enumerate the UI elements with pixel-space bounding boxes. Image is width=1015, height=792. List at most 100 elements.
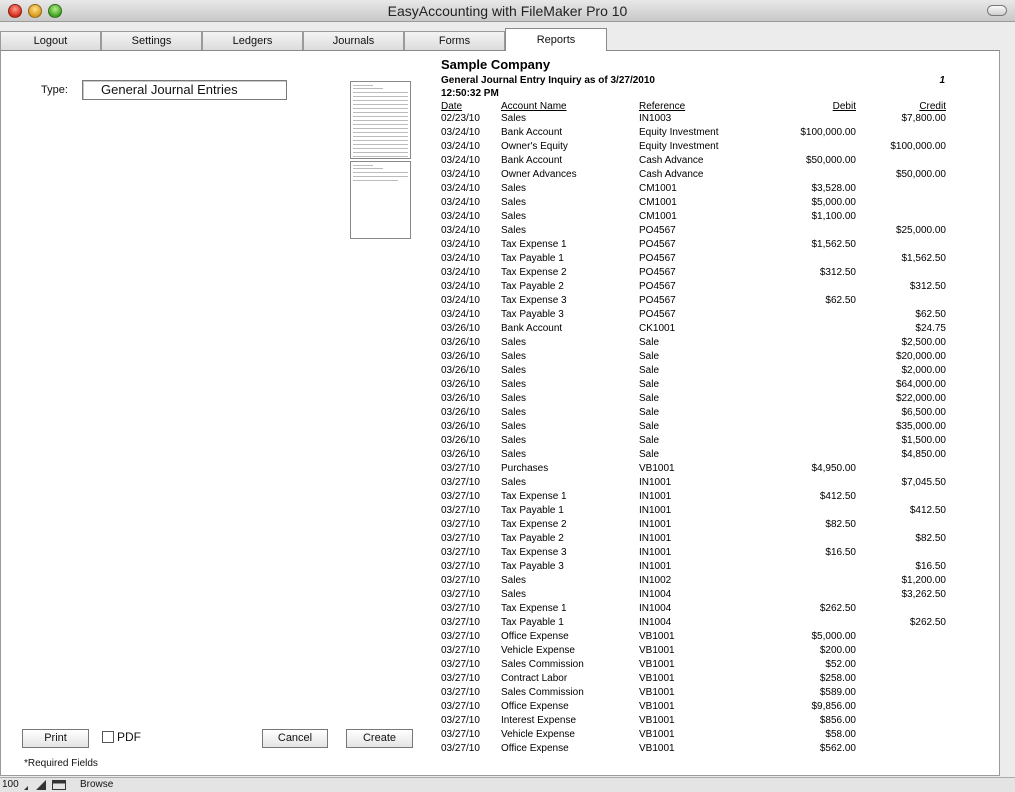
pdf-checkbox[interactable] <box>102 731 114 743</box>
row-date: 03/24/10 <box>441 141 480 152</box>
row-account: Vehicle Expense <box>501 729 575 740</box>
row-reference: IN1004 <box>639 603 672 614</box>
row-reference: IN1002 <box>639 575 672 586</box>
row-credit: $1,500.00 <box>901 435 947 446</box>
tab-reports[interactable]: Reports <box>505 28 607 51</box>
row-reference: PO4567 <box>639 281 676 292</box>
table-row: 03/27/10 Tax Payable 1 IN1001 $412.50 <box>441 505 951 519</box>
row-account: Sales <box>501 337 527 348</box>
toolbar-toggle-button[interactable] <box>987 5 1007 16</box>
row-reference: VB1001 <box>639 743 675 754</box>
row-credit: $2,500.00 <box>901 337 947 348</box>
row-credit: $7,045.50 <box>901 477 947 488</box>
print-button[interactable]: Print <box>22 729 89 748</box>
table-row: 03/26/10 Sales Sale $35,000.00 <box>441 421 951 435</box>
row-date: 03/24/10 <box>441 183 480 194</box>
create-button[interactable]: Create <box>346 729 413 748</box>
table-row: 03/27/10 Tax Expense 2 IN1001 $82.50 <box>441 519 951 533</box>
table-row: 03/27/10 Office Expense VB1001 $562.00 <box>441 743 951 757</box>
report-page-thumbnail-1[interactable] <box>350 81 411 159</box>
row-account: Bank Account <box>501 155 563 166</box>
row-date: 03/24/10 <box>441 267 480 278</box>
row-date: 03/26/10 <box>441 449 480 460</box>
row-credit: $24.75 <box>915 323 946 334</box>
row-reference: Sale <box>639 407 660 418</box>
row-date: 03/27/10 <box>441 743 480 754</box>
table-row: 03/27/10 Contract Labor VB1001 $258.00 <box>441 673 951 687</box>
tab-logout[interactable]: Logout <box>0 31 101 50</box>
table-row: 03/24/10 Owner Advances Cash Advance $50,00… <box>441 169 951 183</box>
row-account: Office Expense <box>501 701 569 712</box>
row-credit: $7,800.00 <box>901 113 947 124</box>
status-toolbar-toggle-icon[interactable] <box>52 780 66 790</box>
row-account: Sales Commission <box>501 659 584 670</box>
report-type-field[interactable]: General Journal Entries <box>82 80 287 100</box>
row-date: 03/27/10 <box>441 631 480 642</box>
column-header-date: Date <box>441 101 463 112</box>
company-name: Sample Company <box>441 57 551 72</box>
type-label: Type: <box>41 84 68 96</box>
row-date: 03/26/10 <box>441 337 480 348</box>
app-window: EasyAccounting with FileMaker Pro 10 Log… <box>0 0 1015 792</box>
row-date: 03/26/10 <box>441 379 480 390</box>
row-account: Sales <box>501 393 527 404</box>
row-account: Bank Account <box>501 127 563 138</box>
table-row: 03/24/10 Bank Account Cash Advance $50,000.… <box>441 155 951 169</box>
row-debit: $16.50 <box>825 547 856 558</box>
table-row: 03/24/10 Tax Expense 2 PO4567 $312.50 <box>441 267 951 281</box>
row-reference: Sale <box>639 337 660 348</box>
table-row: 03/24/10 Tax Payable 2 PO4567 $312.50 <box>441 281 951 295</box>
table-row: 03/27/10 Sales IN1004 $3,262.50 <box>441 589 951 603</box>
row-credit: $412.50 <box>909 505 946 516</box>
tab-ledgers[interactable]: Ledgers <box>202 31 303 50</box>
row-account: Sales <box>501 211 527 222</box>
zoom-in-icon[interactable] <box>36 780 46 790</box>
table-row: 03/27/10 Sales IN1001 $7,045.50 <box>441 477 951 491</box>
row-reference: IN1001 <box>639 561 672 572</box>
mode-indicator[interactable]: Browse <box>80 779 113 790</box>
row-account: Tax Payable 2 <box>501 281 564 292</box>
row-account: Tax Payable 2 <box>501 533 564 544</box>
table-row: 03/27/10 Tax Expense 1 IN1004 $262.50 <box>441 603 951 617</box>
row-debit: $1,100.00 <box>811 211 857 222</box>
column-header-debit: Debit <box>832 101 856 112</box>
row-account: Purchases <box>501 463 549 474</box>
table-row: 03/27/10 Sales IN1002 $1,200.00 <box>441 575 951 589</box>
row-debit: $50,000.00 <box>805 155 856 166</box>
tab-settings[interactable]: Settings <box>101 31 202 50</box>
table-row: 03/26/10 Sales Sale $20,000.00 <box>441 351 951 365</box>
report-page-thumbnail-2[interactable] <box>350 161 411 239</box>
table-row: 03/27/10 Vehicle Expense VB1001 $200.00 <box>441 645 951 659</box>
row-debit: $62.50 <box>825 295 856 306</box>
row-date: 03/27/10 <box>441 533 480 544</box>
row-date: 03/24/10 <box>441 225 480 236</box>
row-debit: $258.00 <box>819 673 856 684</box>
row-date: 03/24/10 <box>441 309 480 320</box>
row-reference: Sale <box>639 449 660 460</box>
cancel-button[interactable]: Cancel <box>262 729 328 748</box>
title-bar: EasyAccounting with FileMaker Pro 10 <box>0 0 1015 22</box>
tab-journals[interactable]: Journals <box>303 31 404 50</box>
tab-forms[interactable]: Forms <box>404 31 505 50</box>
zoom-out-icon[interactable] <box>24 780 34 790</box>
row-reference: PO4567 <box>639 253 676 264</box>
zoom-level[interactable]: 100 <box>2 779 19 790</box>
row-date: 03/24/10 <box>441 127 480 138</box>
row-debit: $58.00 <box>825 729 856 740</box>
row-account: Tax Expense 2 <box>501 267 567 278</box>
row-date: 03/27/10 <box>441 673 480 684</box>
row-reference: Sale <box>639 393 660 404</box>
table-row: 03/27/10 Tax Expense 3 IN1001 $16.50 <box>441 547 951 561</box>
table-row: 02/23/10 Sales IN1003 $7,800.00 <box>441 113 951 127</box>
page-number: 1 <box>939 75 945 86</box>
row-account: Sales <box>501 365 527 376</box>
row-debit: $412.50 <box>819 491 856 502</box>
row-date: 02/23/10 <box>441 113 480 124</box>
row-date: 03/27/10 <box>441 687 480 698</box>
journal-entries-list: 02/23/10 Sales IN1003 $7,800.00 03/24/10 Bank… <box>441 113 951 757</box>
row-account: Tax Payable 1 <box>501 617 564 628</box>
row-credit: $50,000.00 <box>895 169 946 180</box>
row-credit: $1,562.50 <box>901 253 947 264</box>
row-reference: IN1001 <box>639 505 672 516</box>
row-reference: CK1001 <box>639 323 676 334</box>
